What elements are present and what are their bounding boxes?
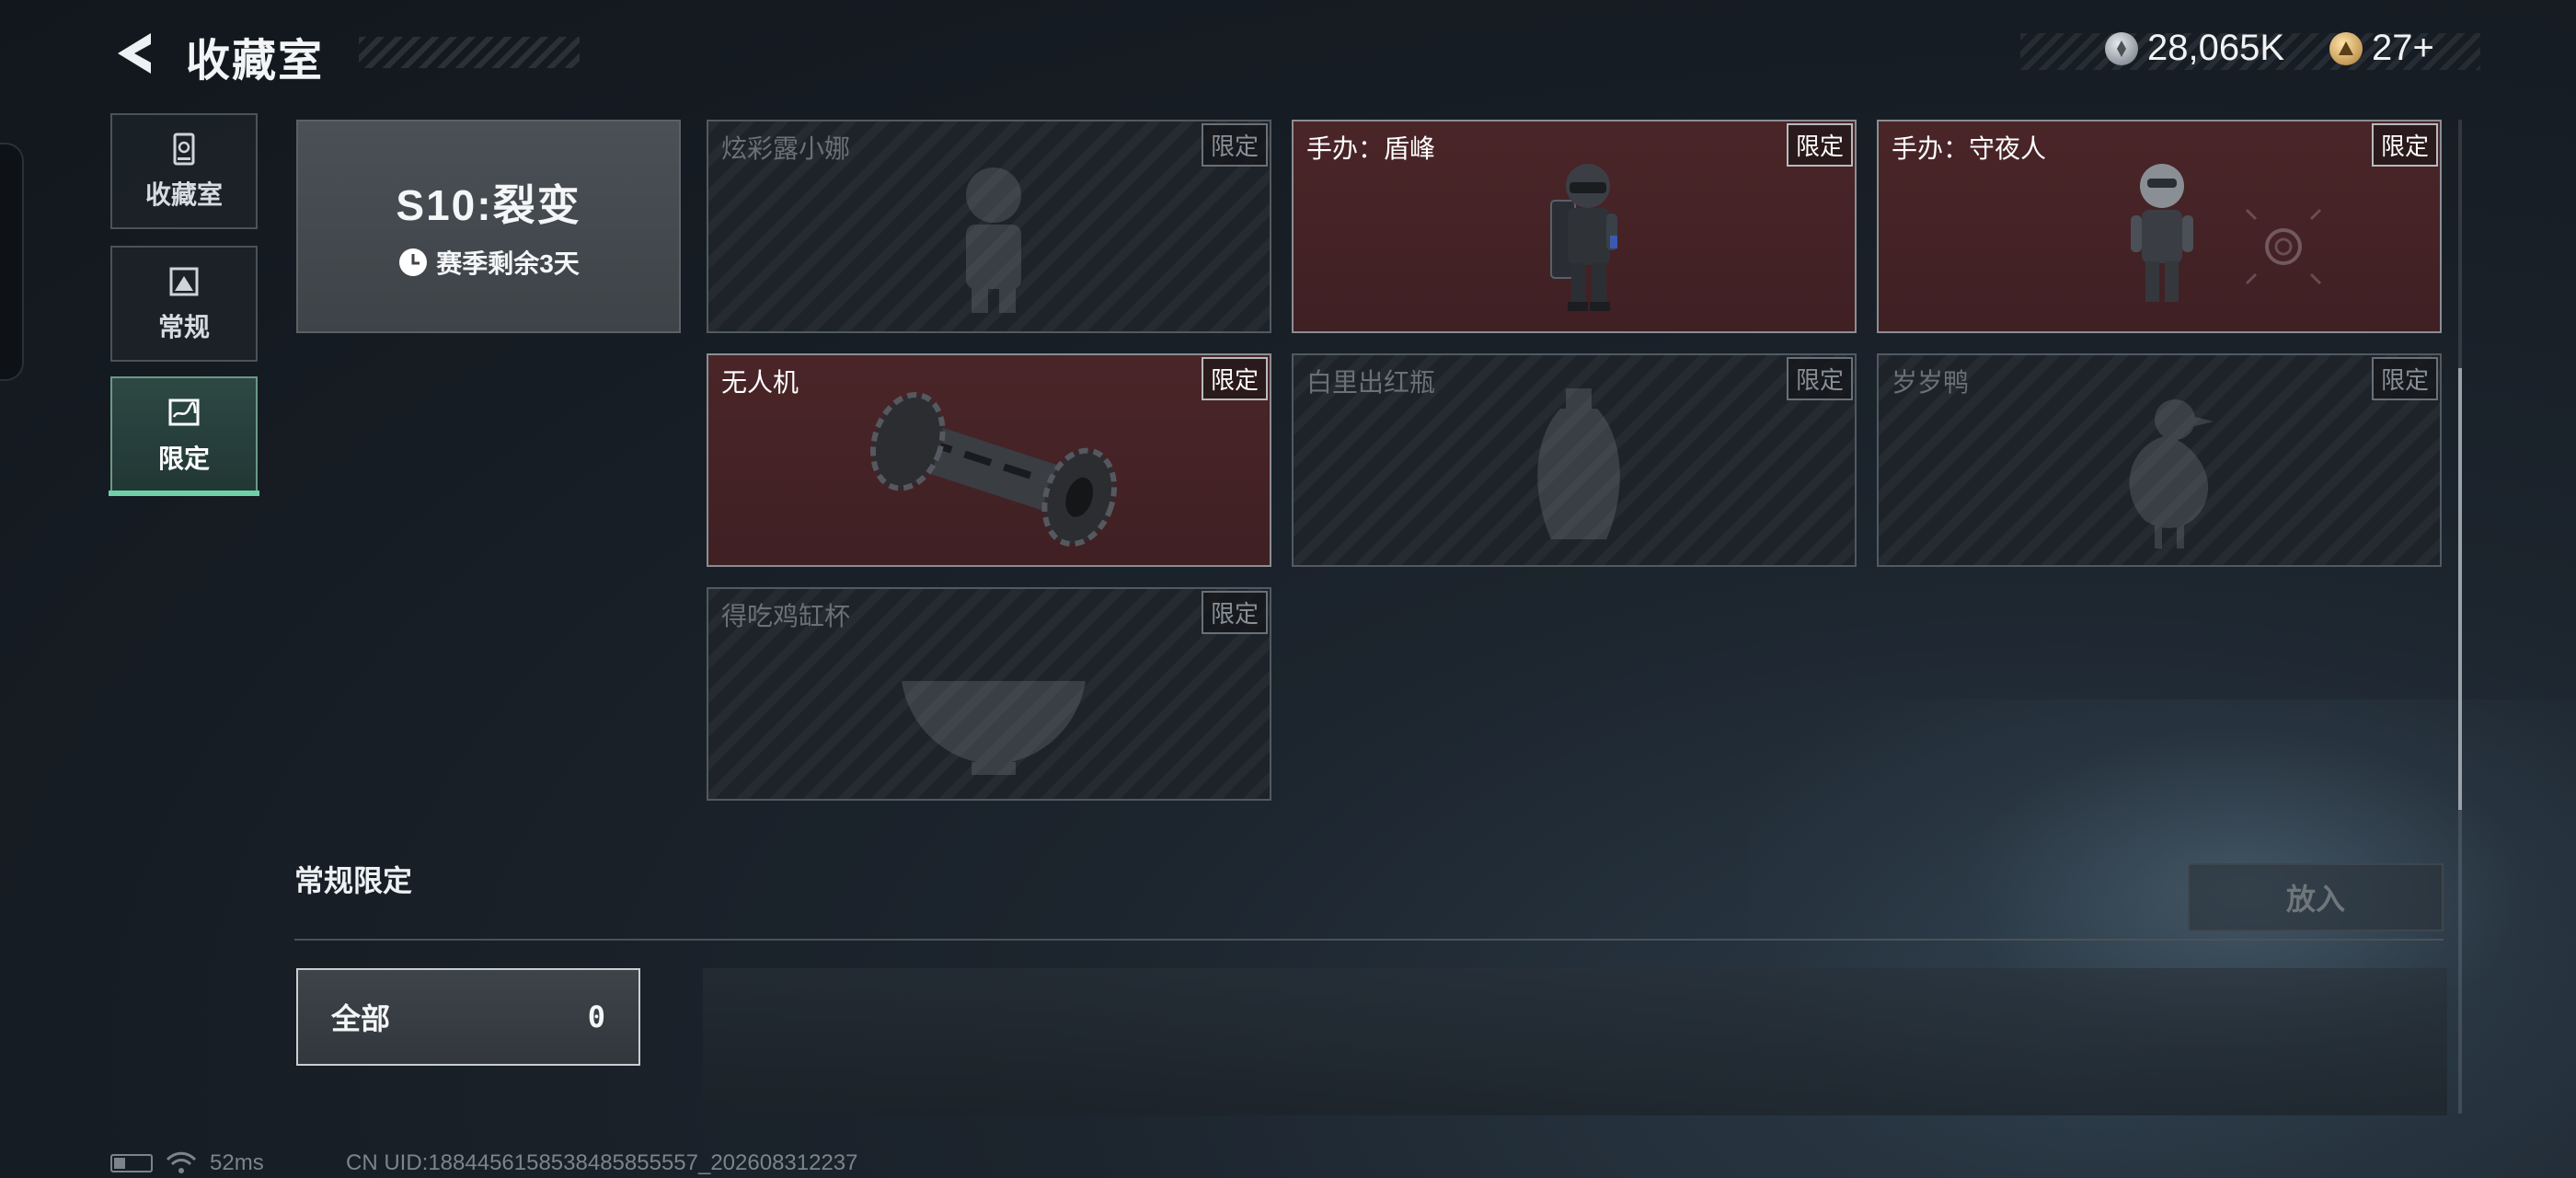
currency-gold-value: 27+ bbox=[2372, 28, 2434, 68]
item-name: 岁岁鸭 bbox=[1892, 368, 1970, 397]
drone-wheel-icon bbox=[869, 392, 1118, 547]
framed-picture-icon bbox=[169, 267, 199, 296]
item-name: 得吃鸡缸杯 bbox=[721, 602, 851, 630]
currency-silver[interactable]: 28,065K bbox=[2105, 28, 2284, 69]
wifi-icon bbox=[166, 1151, 197, 1173]
item-name: 无人机 bbox=[721, 368, 799, 397]
limited-badge: 限定 bbox=[1786, 357, 1853, 400]
duck-silhouette-icon bbox=[2129, 399, 2214, 549]
item-name: 白里出红瓶 bbox=[1306, 368, 1436, 397]
sidebar-item-label: 常规 bbox=[157, 313, 210, 341]
title-decoration bbox=[359, 37, 580, 68]
silver-coin-icon bbox=[2105, 31, 2138, 65]
filter-all-button[interactable]: 全部 0 bbox=[296, 968, 640, 1066]
limited-badge: 限定 bbox=[1201, 123, 1268, 167]
target-reticle-icon bbox=[2245, 208, 2322, 285]
collection-item-card[interactable]: 无人机 限定 bbox=[707, 353, 1271, 567]
vase-silhouette-icon bbox=[1537, 388, 1620, 539]
shield-soldier-figure-icon bbox=[1550, 164, 1617, 311]
user-id: CN UID:1884456158538485855557_2026083122… bbox=[346, 1150, 858, 1175]
back-button[interactable] bbox=[110, 28, 158, 79]
filter-label: 全部 bbox=[331, 1002, 391, 1035]
back-arrow-icon bbox=[118, 33, 151, 74]
section-title: 常规限定 bbox=[294, 864, 413, 897]
figure-silhouette-icon bbox=[966, 167, 1021, 313]
item-name: 炫彩露小娜 bbox=[721, 134, 851, 163]
night-watcher-figure-icon bbox=[2131, 164, 2193, 302]
limited-badge: 限定 bbox=[1201, 591, 1268, 634]
sidebar-item-limited[interactable]: 限定 bbox=[110, 376, 258, 494]
section-divider bbox=[294, 939, 2444, 941]
page-title: 收藏室 bbox=[186, 37, 325, 86]
active-tab-indicator bbox=[109, 491, 259, 496]
season-name: S10:裂变 bbox=[396, 181, 581, 229]
collection-item-card[interactable]: 得吃鸡缸杯 限定 bbox=[707, 587, 1271, 801]
scrollbar-thumb[interactable] bbox=[2458, 368, 2462, 810]
currency-silver-value: 28,065K bbox=[2147, 28, 2285, 68]
status-bar: 52ms bbox=[110, 1150, 264, 1176]
battery-icon bbox=[110, 1154, 153, 1172]
sidebar-item-collection[interactable]: 收藏室 bbox=[110, 113, 258, 229]
collection-cabinet-icon bbox=[173, 133, 195, 166]
limited-badge: 限定 bbox=[1201, 357, 1268, 400]
sidebar-item-label: 限定 bbox=[157, 445, 210, 473]
limited-map-icon bbox=[168, 398, 200, 426]
item-name: 手办：盾峰 bbox=[1306, 134, 1436, 163]
season-panel: S10:裂变 赛季剩余3天 bbox=[296, 120, 681, 333]
currency-gold[interactable]: 27+ bbox=[2329, 28, 2434, 69]
clock-icon bbox=[399, 248, 428, 276]
place-button[interactable]: 放入 bbox=[2188, 863, 2444, 931]
cup-silhouette-icon bbox=[902, 681, 1086, 775]
screen-edge-handle bbox=[0, 143, 24, 381]
display-shelf bbox=[703, 968, 2447, 1115]
gold-token-icon bbox=[2329, 31, 2363, 65]
collection-item-card[interactable]: 岁岁鸭 限定 bbox=[1877, 353, 2442, 567]
collection-item-card[interactable]: 手办：守夜人 限定 bbox=[1877, 120, 2442, 333]
filter-count: 0 bbox=[587, 999, 605, 1034]
limited-badge: 限定 bbox=[2371, 357, 2438, 400]
collection-item-card[interactable]: 手办：盾峰 限定 bbox=[1292, 120, 1857, 333]
item-name: 手办：守夜人 bbox=[1892, 134, 2047, 163]
limited-badge: 限定 bbox=[1786, 123, 1853, 167]
limited-badge: 限定 bbox=[2371, 123, 2438, 167]
collection-item-card[interactable]: 白里出红瓶 限定 bbox=[1292, 353, 1857, 567]
ping-value: 52ms bbox=[210, 1150, 264, 1175]
season-timer: 赛季剩余3天 bbox=[397, 244, 580, 281]
sidebar-item-label: 收藏室 bbox=[144, 180, 223, 209]
screen: 收藏室 28,065K 27+ 收藏室 常规 限定 S10:裂变 赛季剩余3天 … bbox=[0, 0, 2576, 1178]
sidebar-item-regular[interactable]: 常规 bbox=[110, 246, 258, 362]
collection-item-card[interactable]: 炫彩露小娜 限定 bbox=[707, 120, 1271, 333]
season-time-left: 赛季剩余3天 bbox=[436, 249, 580, 278]
